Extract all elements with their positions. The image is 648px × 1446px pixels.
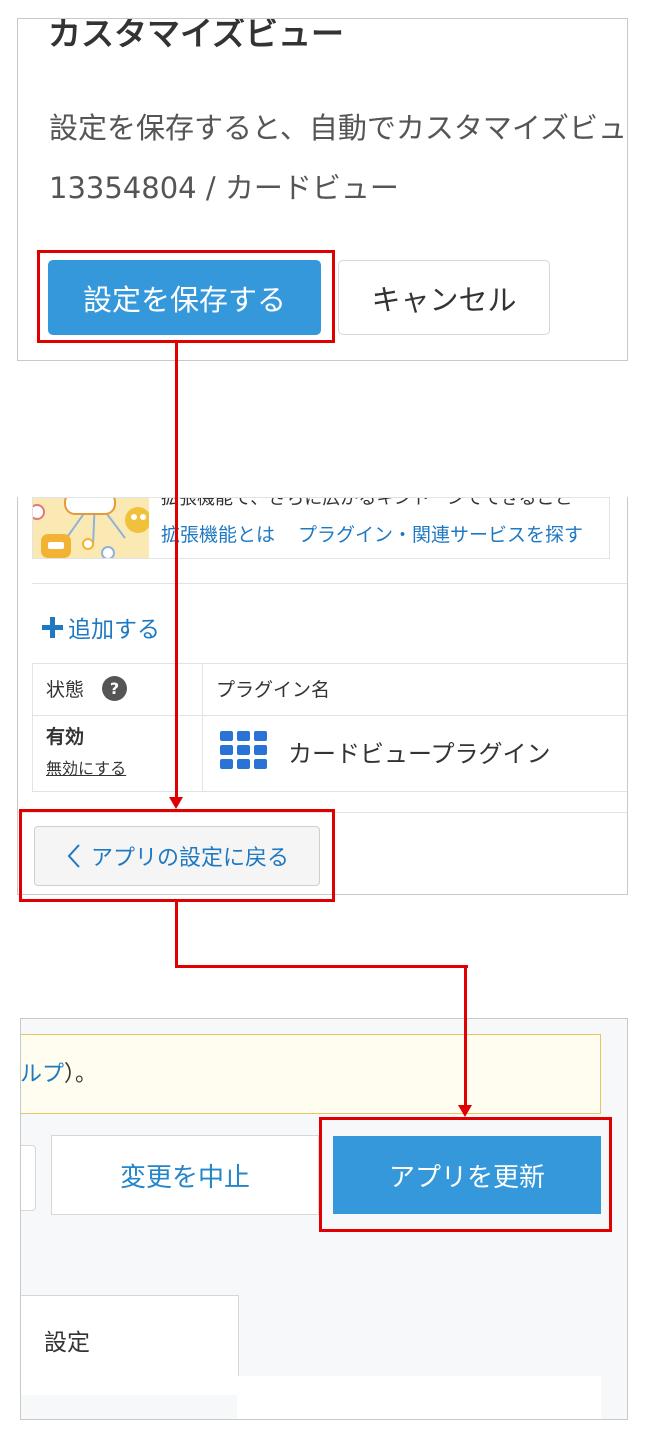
question-circle-icon[interactable]: ?	[102, 676, 128, 701]
plus-icon	[40, 615, 64, 639]
notice-tail: ）。	[64, 1062, 98, 1087]
plugin-table: 状態 ? プラグイン名 有効 無効にする カードビュープラグイン	[32, 663, 627, 792]
highlight-save-button	[37, 250, 335, 343]
add-plugin-link[interactable]: 追加する	[40, 610, 160, 644]
arrow-line	[175, 343, 178, 799]
divider	[32, 583, 627, 584]
settings-content-area	[237, 1376, 601, 1419]
arrow-line	[175, 902, 178, 968]
help-link[interactable]: ルプ	[21, 1062, 64, 1087]
status-column-header: 状態 ?	[46, 675, 128, 702]
status-header-label: 状態	[46, 679, 85, 701]
about-extensions-link[interactable]: 拡張機能とは	[161, 520, 275, 547]
arrow-line	[175, 965, 468, 968]
partial-button[interactable]	[21, 1145, 36, 1211]
tab-settings[interactable]: 設定	[21, 1295, 239, 1395]
status-enabled-text: 有効	[46, 726, 85, 748]
arrow-head-icon	[169, 797, 183, 809]
highlight-back-button	[19, 809, 335, 902]
find-plugins-link[interactable]: プラグイン・関連サービスを探す	[298, 520, 583, 547]
description-text: 設定を保存すると、自動でカスタマイズビュー	[49, 111, 628, 145]
plugin-name-column-header: プラグイン名	[216, 679, 331, 701]
tab-settings-label: 設定	[44, 1330, 90, 1356]
extension-banner: 拡張機能で、さらに広がるキントーンでできること 拡張機能とは プラグイン・関連サ…	[32, 497, 610, 559]
table-header-divider	[33, 715, 627, 716]
disable-plugin-link[interactable]: 無効にする	[46, 755, 126, 779]
discard-changes-button[interactable]: 変更を中止	[51, 1135, 319, 1215]
arrow-line	[464, 965, 467, 1107]
network-illustration-icon	[33, 498, 149, 558]
notice-box: ルプ）。	[21, 1034, 601, 1114]
table-column-divider	[202, 664, 203, 791]
arrow-head-icon	[458, 1105, 472, 1117]
add-plugin-label: 追加する	[68, 617, 160, 643]
panel-title: カスタマイズビュー	[48, 18, 345, 53]
grid-icon	[220, 731, 268, 771]
banner-illustration	[33, 498, 149, 558]
notice-text: ルプ）。	[21, 1056, 98, 1088]
cancel-button[interactable]: キャンセル	[338, 260, 550, 335]
view-id-label: 13354804 / カードビュー	[49, 171, 399, 205]
banner-headline: 拡張機能で、さらに広がるキントーンでできること	[161, 497, 573, 509]
highlight-update-button	[319, 1117, 612, 1232]
plugin-name-text[interactable]: カードビュープラグイン	[288, 734, 551, 769]
